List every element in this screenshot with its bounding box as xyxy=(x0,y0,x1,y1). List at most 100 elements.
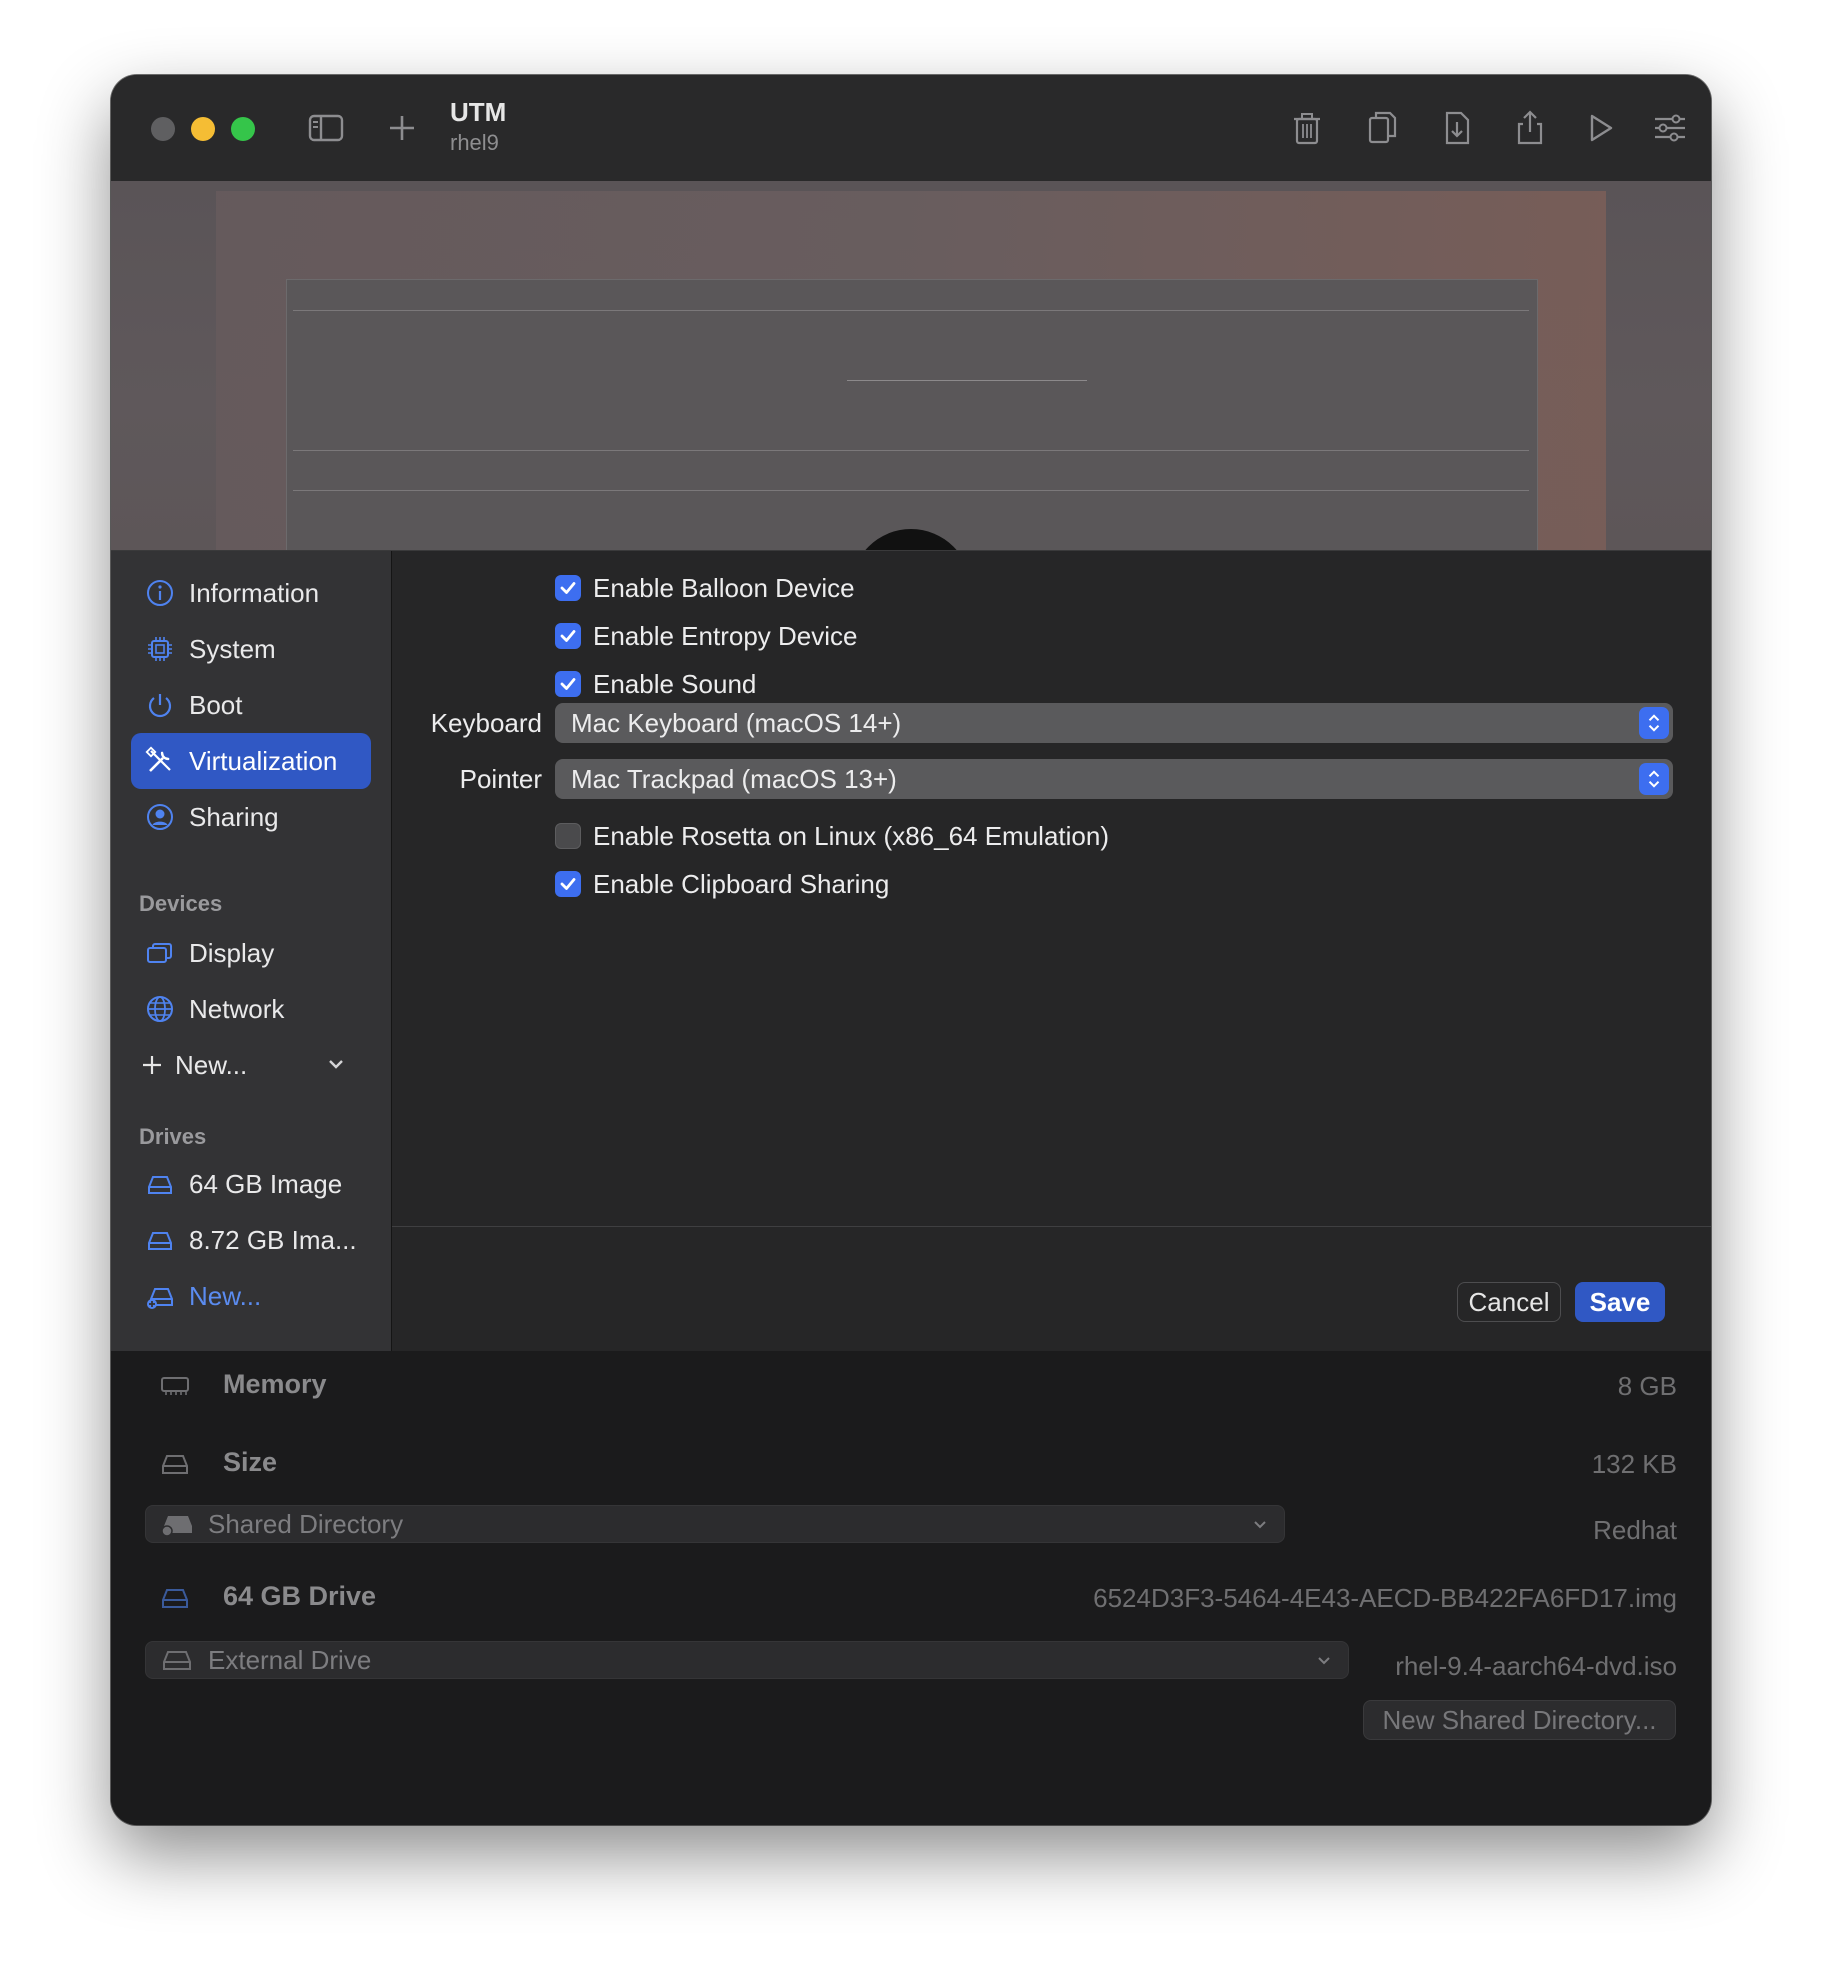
updown-chevron-icon xyxy=(1639,763,1669,795)
drive-row: 64 GB Drive 6524D3F3-5464-4E43-AECD-BB42… xyxy=(111,1571,1711,1621)
clone-icon[interactable] xyxy=(1357,103,1407,153)
tools-icon xyxy=(143,744,177,778)
external-drive-label: External Drive xyxy=(208,1644,372,1675)
sidebar-item-label: Information xyxy=(189,577,320,608)
rosetta-checkbox[interactable] xyxy=(555,823,581,849)
external-drive-value: rhel-9.4-aarch64-dvd.iso xyxy=(1395,1651,1677,1681)
drives-heading: Drives xyxy=(139,1124,207,1149)
plus-icon[interactable] xyxy=(377,103,427,153)
keyboard-value: Mac Keyboard (macOS 14+) xyxy=(571,707,902,738)
new-shared-directory-button[interactable]: New Shared Directory... xyxy=(1363,1700,1676,1740)
devices-heading: Devices xyxy=(139,891,223,916)
memory-row: Memory 8 GB xyxy=(111,1359,1711,1409)
new-drive-label: New... xyxy=(189,1280,262,1311)
display-icon xyxy=(143,936,177,970)
sidebar-item-label: Boot xyxy=(189,689,243,720)
new-device-label: New... xyxy=(175,1049,248,1080)
play-icon[interactable] xyxy=(1575,103,1625,153)
info-icon xyxy=(143,576,177,610)
title-bar: UTM rhel9 xyxy=(111,75,1711,182)
save-button[interactable]: Save xyxy=(1575,1282,1665,1322)
close-window-button[interactable] xyxy=(151,117,175,141)
minimize-window-button[interactable] xyxy=(191,117,215,141)
keyboard-label: Keyboard xyxy=(430,708,542,738)
pointer-value: Mac Trackpad (macOS 13+) xyxy=(571,763,897,794)
virtualization-pane: Enable Balloon Device Enable Entropy Dev… xyxy=(392,551,1711,1351)
vm-name: rhel9 xyxy=(450,130,499,155)
vm-details-panel: Memory 8 GB Size 132 KB Shared Directory… xyxy=(111,1351,1711,1825)
checkmark-icon xyxy=(560,878,576,890)
memory-icon xyxy=(161,1377,189,1395)
drive-value: 6524D3F3-5464-4E43-AECD-BB422FA6FD17.img xyxy=(1093,1583,1677,1613)
drive-icon xyxy=(162,1455,188,1474)
drive-icon xyxy=(143,1223,177,1257)
sidebar-item-label: 64 GB Image xyxy=(189,1168,343,1199)
app-title: UTM xyxy=(450,97,507,127)
pointer-label: Pointer xyxy=(459,764,542,794)
settings-sidebar: Information System Boot Virtualization S… xyxy=(111,551,392,1351)
entropy-label: Enable Entropy Device xyxy=(593,620,858,651)
sidebar-item-label: 8.72 GB Ima... xyxy=(189,1224,357,1255)
trash-icon[interactable] xyxy=(1282,103,1332,153)
sidebar-item-label: Sharing xyxy=(189,801,279,832)
sidebar-item-virtualization[interactable]: Virtualization xyxy=(131,733,371,789)
sidebar-item-label: Virtualization xyxy=(189,745,338,776)
new-device-menu[interactable]: New... xyxy=(131,1037,371,1093)
person-circle-icon xyxy=(143,800,177,834)
rosetta-option[interactable]: Enable Rosetta on Linux (x86_64 Emulatio… xyxy=(555,817,1109,855)
size-row: Size 132 KB xyxy=(111,1437,1711,1487)
maximize-window-button[interactable] xyxy=(231,117,255,141)
share-icon[interactable] xyxy=(1505,103,1555,153)
external-drive-row: External Drive rhel-9.4-aarch64-dvd.iso xyxy=(111,1639,1711,1689)
entropy-device-option[interactable]: Enable Entropy Device xyxy=(555,617,857,655)
sidebar-item-boot[interactable]: Boot xyxy=(131,677,371,733)
sidebar-item-label: Network xyxy=(189,993,285,1024)
clipboard-sharing-option[interactable]: Enable Clipboard Sharing xyxy=(555,865,889,903)
guest-terminal-window xyxy=(286,279,1538,551)
utm-window: UTM rhel9 Information System Boot Virtua… xyxy=(111,75,1711,1825)
clipboard-checkbox[interactable] xyxy=(555,871,581,897)
new-drive-button[interactable]: New... xyxy=(131,1268,371,1324)
vm-screen-preview xyxy=(111,181,1711,551)
power-icon xyxy=(143,688,177,722)
checkmark-icon xyxy=(560,582,576,594)
sound-checkbox[interactable] xyxy=(555,671,581,697)
sidebar-item-information[interactable]: Information xyxy=(131,565,371,621)
chevron-down-icon xyxy=(1254,1521,1266,1529)
plus-icon xyxy=(135,1048,169,1082)
sidebar-toggle-icon[interactable] xyxy=(301,103,351,153)
balloon-device-option[interactable]: Enable Balloon Device xyxy=(555,569,855,607)
sound-option[interactable]: Enable Sound xyxy=(555,665,756,703)
download-icon[interactable] xyxy=(1432,103,1482,153)
entropy-checkbox[interactable] xyxy=(555,623,581,649)
updown-chevron-icon xyxy=(1639,707,1669,739)
drive-icon xyxy=(143,1167,177,1201)
shared-directory-row: Shared Directory Redhat xyxy=(111,1503,1711,1553)
cancel-button[interactable]: Cancel xyxy=(1457,1282,1561,1322)
shared-drive-icon xyxy=(161,1516,192,1537)
sound-label: Enable Sound xyxy=(593,668,757,699)
sidebar-item-label: Display xyxy=(189,937,275,968)
globe-icon xyxy=(143,992,177,1026)
keyboard-select[interactable]: Mac Keyboard (macOS 14+) xyxy=(555,703,1673,743)
sidebar-item-drive-2[interactable]: 8.72 GB Ima... xyxy=(131,1212,371,1268)
external-drive-select[interactable]: External Drive xyxy=(145,1641,1349,1679)
sidebar-item-label: System xyxy=(189,633,276,664)
checkmark-icon xyxy=(560,630,576,642)
memory-label: Memory xyxy=(223,1369,327,1399)
shared-directory-select[interactable]: Shared Directory xyxy=(145,1505,1285,1543)
pointer-select[interactable]: Mac Trackpad (macOS 13+) xyxy=(555,759,1673,799)
settings-sliders-icon[interactable] xyxy=(1645,103,1695,153)
drive-icon xyxy=(163,1651,191,1670)
sidebar-item-system[interactable]: System xyxy=(131,621,371,677)
settings-sheet: Information System Boot Virtualization S… xyxy=(111,550,1711,1352)
sidebar-item-network[interactable]: Network xyxy=(131,981,371,1037)
balloon-checkbox[interactable] xyxy=(555,575,581,601)
sidebar-item-sharing[interactable]: Sharing xyxy=(131,789,371,845)
size-value: 132 KB xyxy=(1591,1449,1677,1479)
footer-divider xyxy=(392,1226,1711,1227)
shared-directory-label: Shared Directory xyxy=(208,1508,404,1539)
sidebar-item-drive-1[interactable]: 64 GB Image xyxy=(131,1156,371,1212)
cpu-icon xyxy=(143,632,177,666)
sidebar-item-display[interactable]: Display xyxy=(131,925,371,981)
